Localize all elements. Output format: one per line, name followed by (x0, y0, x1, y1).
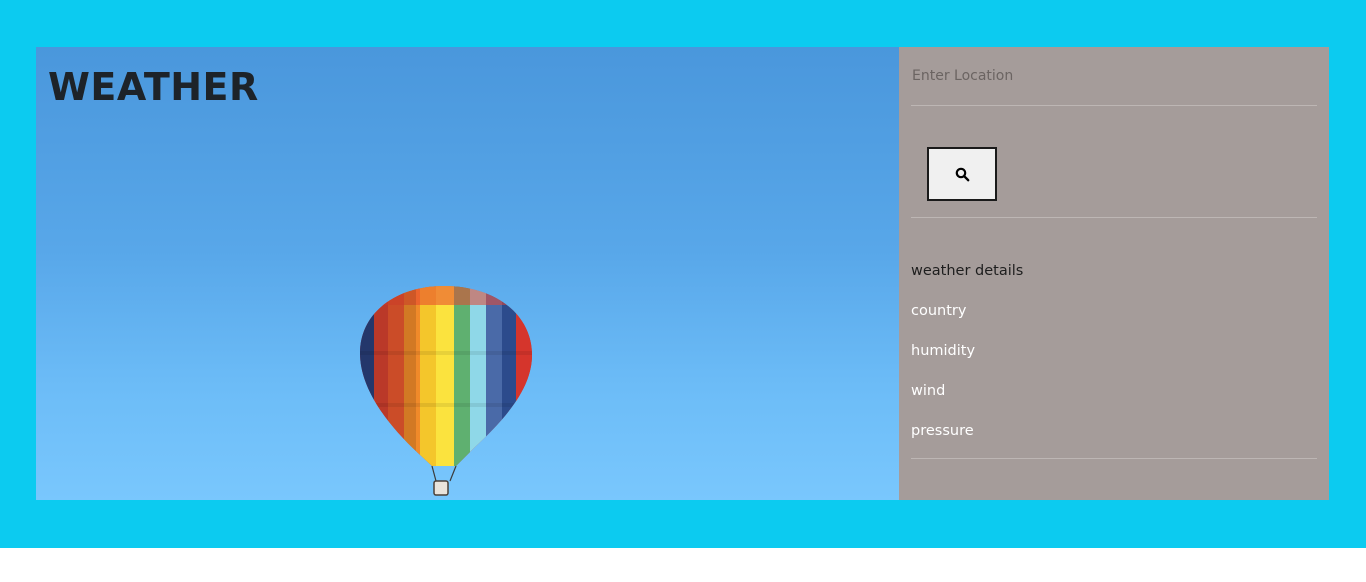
details-heading: weather details (911, 263, 1024, 279)
page-background: WEATHER Enter Location weather details c… (0, 0, 1366, 548)
search-icon (955, 167, 969, 181)
search-button[interactable] (927, 147, 997, 201)
weather-card: WEATHER Enter Location weather details c… (36, 47, 1329, 500)
detail-wind: wind (911, 383, 946, 399)
hot-air-balloon-image (360, 286, 532, 496)
hero-image: WEATHER (36, 47, 899, 500)
divider (911, 105, 1317, 106)
detail-pressure: pressure (911, 423, 974, 439)
location-input[interactable] (912, 61, 1312, 91)
weather-details-list: weather details country humidity wind pr… (911, 261, 1023, 461)
divider (911, 458, 1317, 459)
weather-panel: weather details country humidity wind pr… (899, 47, 1329, 500)
detail-humidity: humidity (911, 343, 976, 359)
detail-country: country (911, 303, 967, 319)
divider (911, 217, 1317, 218)
app-title: WEATHER (48, 65, 259, 109)
